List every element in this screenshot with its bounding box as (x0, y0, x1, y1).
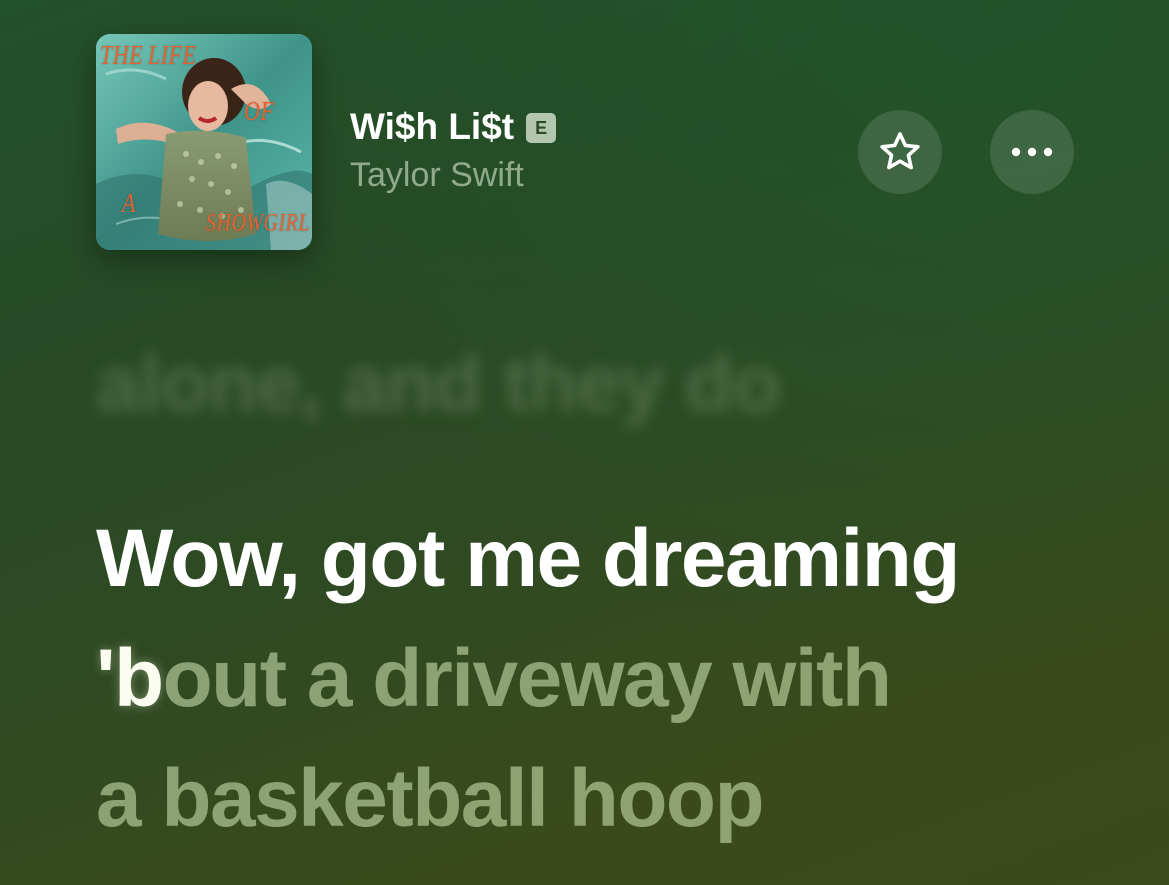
lyric-current-line[interactable]: Wow, got me dreaming (96, 512, 960, 606)
lyric-next-line[interactable]: 'bout a driveway with (96, 632, 892, 726)
song-title: Wi$h Li$t (350, 106, 515, 147)
album-lettering-life: LIFE (148, 38, 197, 70)
album-lettering-showgirl: SHOWGIRL (206, 209, 310, 237)
artist-name[interactable]: Taylor Swift (350, 156, 524, 195)
lyric-sung-portion: 'b (96, 633, 164, 724)
star-outline-icon (880, 132, 920, 170)
album-lettering-the: THE (100, 38, 144, 70)
lyric-following-line[interactable]: a basketball hoop (96, 752, 765, 846)
lyric-previous-line[interactable]: alone, and they do (96, 338, 781, 430)
song-title-row[interactable]: Wi$h Li$t E (350, 106, 557, 148)
album-lettering-a: A (122, 186, 136, 218)
album-lettering-of: OF (244, 94, 275, 126)
favorite-button[interactable] (858, 110, 942, 194)
lyric-unsung-portion: out a driveway with (162, 633, 892, 724)
explicit-badge: E (526, 113, 557, 143)
more-options-button[interactable] (990, 110, 1074, 194)
ellipsis-icon (1011, 147, 1053, 157)
album-artwork[interactable]: THE LIFE OF A SHOWGIRL (96, 34, 312, 250)
